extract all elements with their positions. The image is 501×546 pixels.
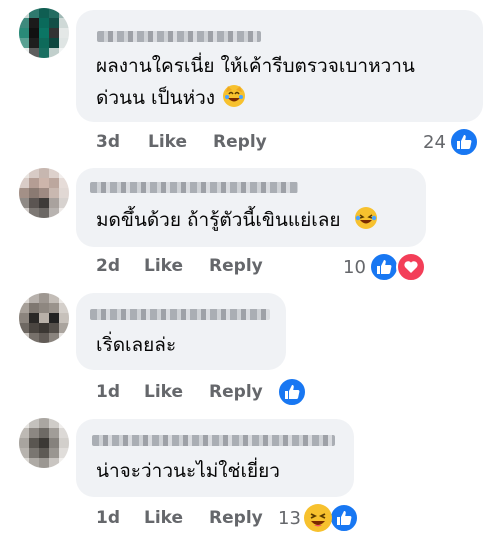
like-button[interactable]: Like xyxy=(148,132,187,152)
haha-icon xyxy=(303,504,332,532)
avatar[interactable] xyxy=(19,8,69,58)
comment-text-line: ด่วนน เป็นห่วง xyxy=(96,82,246,114)
like-icon xyxy=(328,503,359,533)
comment-time[interactable]: 1d xyxy=(96,382,120,402)
comment-actions: 3d Like Reply xyxy=(96,132,267,152)
laughing-tears-icon xyxy=(354,207,377,229)
reply-button[interactable]: Reply xyxy=(209,382,263,402)
heart-icon xyxy=(395,252,426,282)
like-icon xyxy=(368,252,399,282)
comment-text-line: ผลงานใครเนี่ย ให้เค้ารีบตรวจเบาหวาน xyxy=(96,55,415,77)
comment-time[interactable]: 3d xyxy=(96,132,120,152)
author-name-blurred[interactable] xyxy=(90,309,270,320)
avatar[interactable] xyxy=(19,168,69,218)
author-name-blurred[interactable] xyxy=(92,435,335,446)
comment-bubble: มดขึ้นด้วย ถ้ารู้ตัวนี้เขินแย่เลย xyxy=(76,168,426,247)
reply-button[interactable]: Reply xyxy=(209,508,263,528)
reaction-summary[interactable] xyxy=(274,377,307,407)
comment-text: น่าจะว่าวนะไม่ใช่เยี่ยว xyxy=(96,460,280,482)
author-name-blurred[interactable] xyxy=(97,31,261,42)
comment-time[interactable]: 1d xyxy=(96,508,120,528)
comment-actions: 1d Like Reply xyxy=(96,508,263,528)
like-icon xyxy=(277,377,307,407)
avatar[interactable] xyxy=(19,293,69,343)
reaction-summary[interactable]: 24 xyxy=(423,127,479,157)
like-button[interactable]: Like xyxy=(144,382,183,402)
comment-text-line: มดขึ้นด้วย ถ้ารู้ตัวนี้เขินแย่เลย xyxy=(96,204,377,236)
grinning-cat-tears-icon xyxy=(223,85,246,107)
reply-button[interactable]: Reply xyxy=(213,132,267,152)
avatar[interactable] xyxy=(19,418,69,468)
like-button[interactable]: Like xyxy=(144,508,183,528)
reaction-count: 13 xyxy=(278,507,301,529)
reaction-count: 10 xyxy=(343,256,366,278)
reaction-summary[interactable]: 10 xyxy=(343,252,426,282)
comment-text: เริ่ดเลยล่ะ xyxy=(96,334,177,356)
author-name-blurred[interactable] xyxy=(90,182,298,193)
like-button[interactable]: Like xyxy=(144,256,183,276)
comment-bubble: ผลงานใครเนี่ย ให้เค้ารีบตรวจเบาหวาน ด่วน… xyxy=(76,10,483,122)
reaction-summary[interactable]: 13 xyxy=(278,503,359,533)
comment-actions: 1d Like Reply xyxy=(96,382,263,402)
reaction-count: 24 xyxy=(423,131,446,153)
comment-actions: 2d Like Reply xyxy=(96,256,263,276)
comment-text: มดขึ้นด้วย ถ้ารู้ตัวนี้เขินแย่เลย xyxy=(96,209,341,231)
like-icon xyxy=(448,127,479,157)
comment-text-line-2: ด่วนน เป็นห่วง xyxy=(96,87,216,109)
comment-bubble: เริ่ดเลยล่ะ xyxy=(76,293,286,370)
reply-button[interactable]: Reply xyxy=(209,256,263,276)
comment-bubble: น่าจะว่าวนะไม่ใช่เยี่ยว xyxy=(76,419,354,497)
comment-time[interactable]: 2d xyxy=(96,256,120,276)
